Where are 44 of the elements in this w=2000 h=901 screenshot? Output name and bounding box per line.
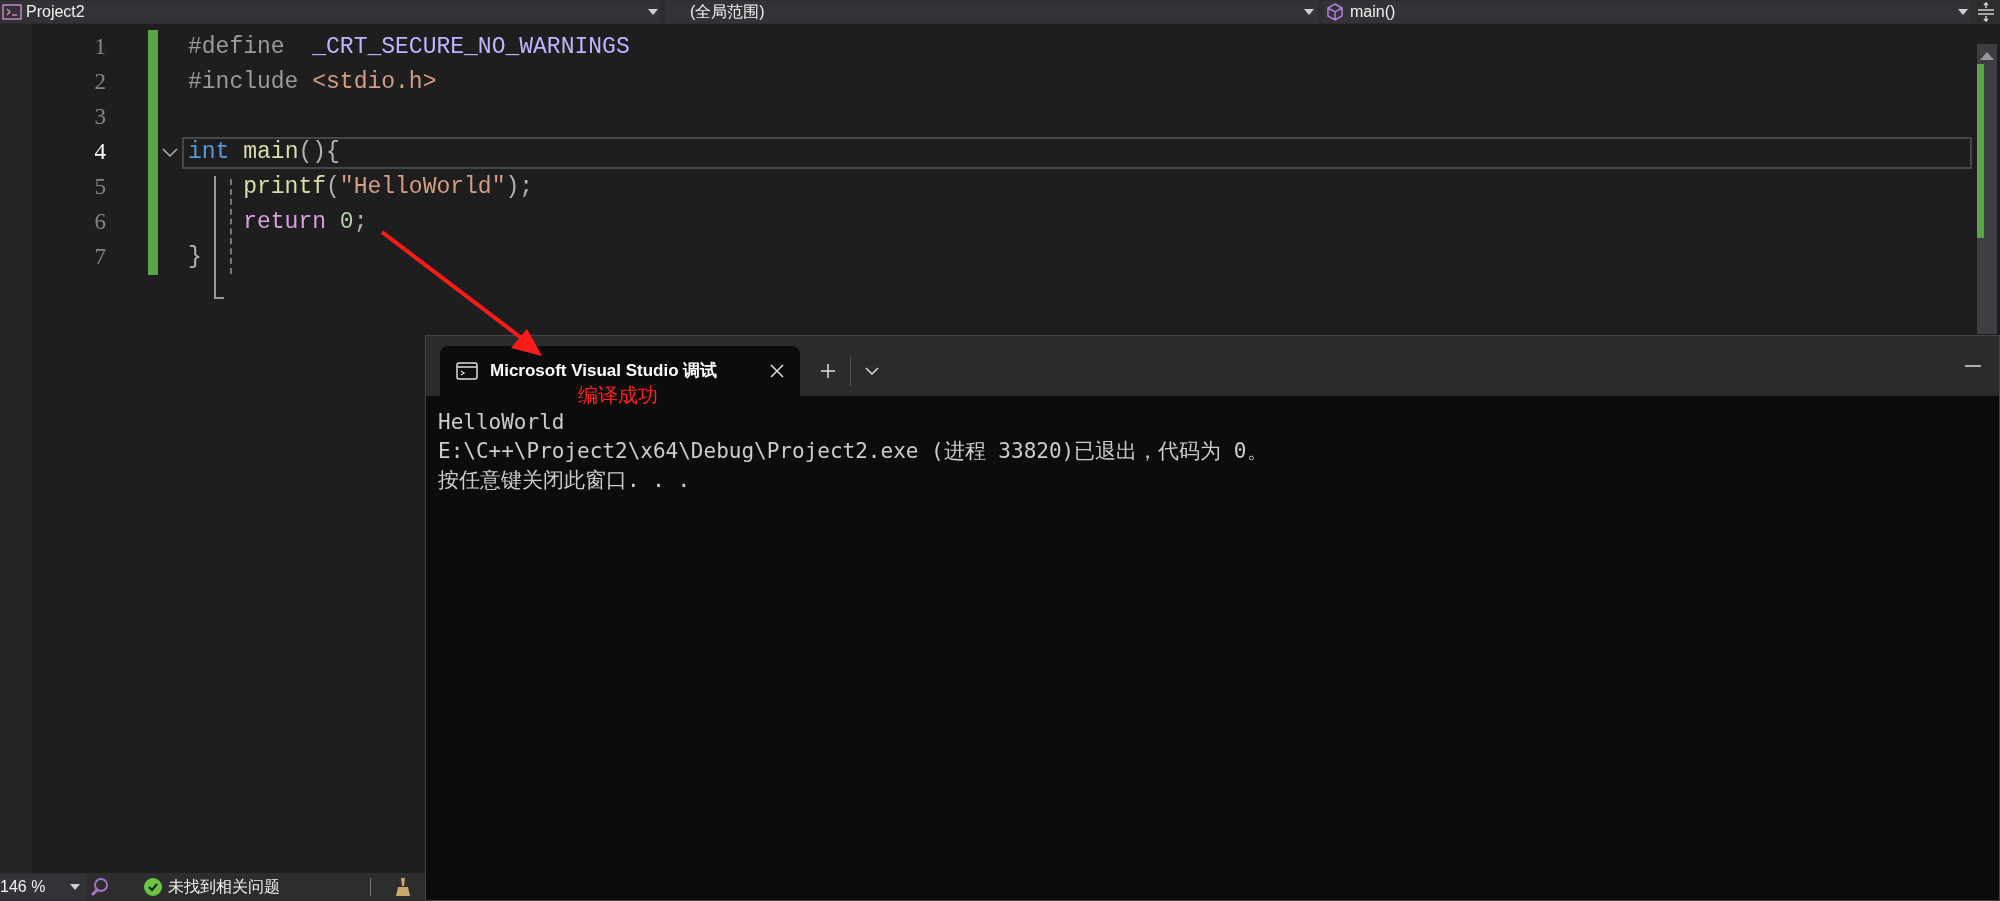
cube-icon (1326, 3, 1344, 21)
code-line: printf("HelloWorld"); (242, 173, 534, 203)
issues-status: 未找到相关问题 (168, 877, 280, 897)
zoom-dropdown[interactable]: 146 % (0, 874, 86, 900)
code-line: #include <stdio.h> (188, 68, 437, 98)
dropdown-caret-icon (1304, 9, 1314, 15)
close-icon[interactable] (770, 364, 784, 378)
member-name: main() (1350, 2, 1397, 22)
line-number: 2 (93, 68, 106, 97)
scrollbar[interactable] (1977, 44, 1997, 334)
line-number: 6 (93, 208, 106, 237)
split-icon[interactable] (1976, 2, 1996, 22)
code-line: } (188, 243, 202, 273)
console-icon (456, 362, 478, 380)
line-number: 5 (93, 173, 106, 202)
dropdown-caret-icon (648, 9, 658, 15)
project-dropdown[interactable]: Project2 (0, 1, 660, 23)
line-number: 7 (93, 243, 106, 272)
member-dropdown[interactable]: main() (1324, 1, 1970, 23)
code-line: #define _CRT_SECURE_NO_WARNINGS (188, 33, 630, 63)
console-output-line: E:\C++\Project2\x64\Debug\Project2.exe (进程 33820)已退出，代码为 0。 (438, 438, 1269, 465)
console-output-line: 按任意键关闭此窗口. . . (438, 467, 692, 494)
new-tab-icon[interactable] (820, 363, 836, 379)
change-marker (148, 240, 158, 275)
scroll-up-icon[interactable] (1980, 52, 1994, 60)
dropdown-chevron-icon[interactable] (865, 367, 879, 375)
collapse-chevron-icon[interactable] (162, 147, 178, 158)
tab-title: Microsoft Visual Studio 调试 (490, 360, 719, 383)
dropdown-caret-icon (70, 884, 80, 890)
check-circle-icon (144, 878, 162, 896)
code-line: return 0; (242, 208, 368, 238)
dropdown-caret-icon (1958, 9, 1968, 15)
change-marker (148, 30, 158, 65)
console-output-line: HelloWorld (438, 409, 566, 436)
scope-dropdown[interactable]: (全局范围) (666, 1, 1318, 23)
line-number: 3 (93, 103, 106, 132)
line-number: 1 (93, 33, 106, 62)
project-icon (2, 4, 22, 20)
zoom-level: 146 % (0, 877, 47, 897)
line-number: 4 (93, 138, 106, 167)
brush-icon[interactable] (395, 878, 411, 896)
project-name: Project2 (26, 2, 86, 22)
code-line: int main(){ (188, 138, 340, 168)
scope-name: (全局范围) (690, 2, 766, 22)
